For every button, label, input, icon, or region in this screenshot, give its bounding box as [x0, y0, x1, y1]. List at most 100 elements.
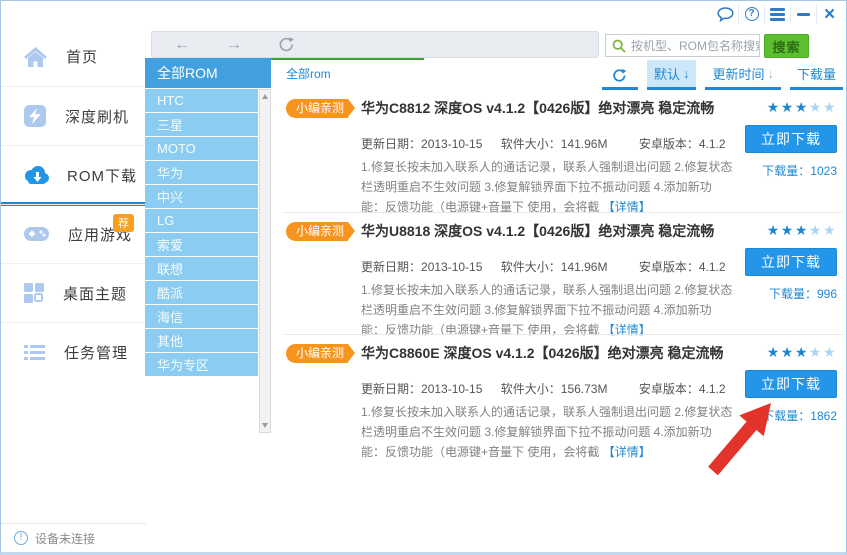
sidebar: 首页 深度刷机 ROM下载 应用游戏 荐 桌面主题 任务管理 [1, 27, 146, 552]
sidebar-item-label: 任务管理 [64, 344, 129, 362]
category-item[interactable]: 酷派 [145, 281, 258, 304]
sidebar-item-rom-download[interactable]: ROM下载 [1, 145, 146, 206]
close-button[interactable]: × [816, 4, 842, 24]
search-icon [612, 39, 626, 53]
category-item[interactable]: 索爱 [145, 233, 258, 256]
category-item[interactable]: LG [145, 209, 258, 232]
download-count: 下载量：996 [768, 287, 837, 301]
star-icon: ★ [794, 344, 809, 360]
star-icon: ★ [766, 344, 781, 360]
cloud-download-icon [25, 166, 49, 184]
menu-icon[interactable] [764, 4, 790, 24]
search-box [605, 34, 760, 57]
star-icon: ★ [794, 222, 809, 238]
sidebar-item-label: 首页 [66, 49, 99, 66]
sidebar-item-label: 桌面主题 [63, 285, 128, 303]
sidebar-item-label: ROM下载 [67, 167, 137, 185]
refresh-icon[interactable] [278, 36, 295, 53]
rom-description: 1.修复长按未加入联系人的通话记录，联系人强制退出问题 2.修复状态栏透明重启不… [361, 405, 733, 459]
rom-list-item: 小编亲测 华为C8812 深度OS v4.1.2【0426版】绝对漂亮 稳定流畅… [284, 91, 843, 214]
flash-icon [24, 105, 46, 127]
refresh-list-icon[interactable] [601, 68, 638, 90]
sidebar-item-apps-games[interactable]: 应用游戏 荐 [1, 204, 146, 263]
app-window: ? × 首页 深度刷机 ROM下载 应用游戏 荐 桌面主题 任务管理 ! 设备未… [0, 0, 847, 555]
download-count: 下载量：1023 [762, 164, 837, 178]
category-item[interactable]: 三星 [145, 113, 258, 136]
rating-stars: ★★★★★ [741, 344, 837, 361]
category-scrollbar[interactable] [259, 89, 271, 433]
star-icon: ★ [780, 99, 795, 115]
detail-link[interactable]: 【详情】 [603, 445, 651, 459]
search-input[interactable] [631, 38, 759, 53]
refresh-icon [613, 68, 627, 82]
recommended-badge: 荐 [113, 214, 134, 232]
chat-icon[interactable] [712, 4, 738, 24]
star-icon: ★ [780, 222, 795, 238]
category-item[interactable]: MOTO [145, 137, 258, 160]
rom-title[interactable]: 华为U8818 深度OS v4.1.2【0426版】绝对漂亮 稳定流畅 [361, 221, 733, 241]
home-icon [24, 46, 47, 67]
sidebar-item-home[interactable]: 首页 [1, 27, 146, 86]
forward-icon[interactable]: → [226, 36, 242, 53]
category-item[interactable]: 华为专区 [145, 353, 258, 376]
star-icon: ★ [766, 99, 781, 115]
star-icon: ★ [780, 344, 795, 360]
gamepad-icon [24, 227, 49, 241]
help-icon[interactable]: ? [738, 4, 764, 24]
sidebar-item-tasks[interactable]: 任务管理 [1, 322, 146, 381]
star-icon: ★ [808, 99, 823, 115]
chat-bubble-icon [716, 6, 734, 22]
info-icon: ! [14, 531, 28, 545]
star-icon: ★ [822, 344, 837, 360]
rom-list-item: 小编亲测 华为U8818 深度OS v4.1.2【0426版】绝对漂亮 稳定流畅… [284, 214, 843, 337]
category-item[interactable]: HTC [145, 89, 258, 112]
sort-downloads-label: 下载量 [796, 67, 836, 82]
back-icon[interactable]: ← [174, 36, 190, 53]
download-button[interactable]: 立即下载 [745, 248, 837, 276]
search-button[interactable]: 搜索 [764, 34, 809, 58]
sidebar-item-themes[interactable]: 桌面主题 [1, 263, 146, 322]
sidebar-item-flash[interactable]: 深度刷机 [1, 86, 146, 145]
rom-title[interactable]: 华为C8860E 深度OS v4.1.2【0426版】绝对漂亮 稳定流畅 [361, 343, 733, 363]
download-button[interactable]: 立即下载 [745, 125, 837, 153]
row-divider [284, 212, 843, 213]
editor-tested-badge: 小编亲测 [286, 344, 356, 363]
editor-tested-badge: 小编亲测 [286, 222, 356, 241]
category-item[interactable]: 华为 [145, 161, 258, 184]
category-item[interactable]: 其他 [145, 329, 258, 352]
down-arrow-icon: ↓ [767, 66, 774, 81]
sort-default[interactable]: 默认 ↓ [646, 60, 697, 90]
breadcrumb[interactable]: 全部rom [286, 65, 331, 82]
category-list: HTC 三星 MOTO 华为 中兴 LG 索爱 联想 酷派 海信 其他 华为专区 [145, 89, 271, 376]
star-icon: ★ [766, 222, 781, 238]
rating-stars: ★★★★★ [741, 222, 837, 239]
rom-meta: 更新日期：2013-10-15 软件大小：156.73M 安卓版本：4.1.2 [361, 382, 726, 396]
rom-meta: 更新日期：2013-10-15 软件大小：141.96M 安卓版本：4.1.2 [361, 137, 726, 151]
rom-description: 1.修复长按未加入联系人的通话记录，联系人强制退出问题 2.修复状态栏透明重启不… [361, 160, 733, 214]
rom-title[interactable]: 华为C8812 深度OS v4.1.2【0426版】绝对漂亮 稳定流畅 [361, 98, 733, 118]
category-item[interactable]: 联想 [145, 257, 258, 280]
sort-update-time-label: 更新时间 [712, 67, 765, 82]
minimize-button[interactable] [790, 4, 816, 24]
rating-stars: ★★★★★ [741, 99, 837, 116]
themes-grid-icon [24, 283, 44, 303]
category-item[interactable]: 海信 [145, 305, 258, 328]
star-icon: ★ [794, 99, 809, 115]
red-pointer-arrow [708, 403, 771, 476]
star-icon: ★ [808, 344, 823, 360]
star-icon: ★ [822, 222, 837, 238]
editor-tested-badge: 小编亲测 [286, 99, 356, 118]
star-icon: ★ [808, 222, 823, 238]
sidebar-item-label: 深度刷机 [65, 108, 130, 126]
device-status-text: 设备未连接 [35, 531, 96, 546]
browser-toolbar: ← → [151, 31, 599, 58]
sort-downloads[interactable]: 下载量 [789, 60, 843, 90]
category-all-rom[interactable]: 全部ROM [145, 58, 271, 88]
titlebar: ? × [1, 1, 846, 27]
rom-category-panel: 全部ROM HTC 三星 MOTO 华为 中兴 LG 索爱 联想 酷派 海信 其他 华为专区 [145, 58, 271, 433]
task-list-icon [24, 345, 45, 360]
rom-meta: 更新日期：2013-10-15 软件大小：141.96M 安卓版本：4.1.2 [361, 260, 726, 274]
star-icon: ★ [822, 99, 837, 115]
sort-update-time[interactable]: 更新时间 ↓ [705, 60, 781, 90]
category-item[interactable]: 中兴 [145, 185, 258, 208]
